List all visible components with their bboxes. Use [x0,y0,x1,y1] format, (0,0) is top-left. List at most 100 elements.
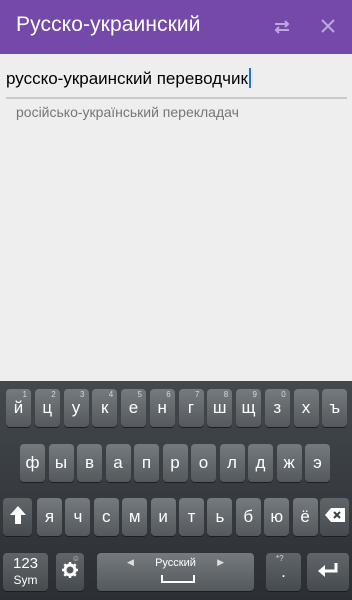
shift-key[interactable] [3,498,32,536]
key-label: э [313,453,322,472]
key-label: ч [73,507,83,526]
key-hint: 8 [223,390,229,399]
key-3-3[interactable]: м [122,498,148,536]
key-2-8[interactable]: д [248,444,273,482]
key-label: щ [241,398,256,417]
key-1-4[interactable]: е5 [121,389,146,427]
close-icon[interactable] [317,15,339,37]
app-title: Русско-украинский [16,13,201,36]
key-3-6[interactable]: ь [207,498,233,536]
key-1-6[interactable]: г7 [178,389,204,427]
key-hint: 1 [22,390,27,399]
key-2-6[interactable]: о [191,444,216,482]
key-hint: 0 [281,390,286,399]
enter-icon [316,561,340,584]
period-key[interactable]: *? . [266,553,301,591]
key-label: ъ [329,398,341,417]
key-2-2[interactable]: в [77,444,102,482]
translation-result[interactable]: російсько-український перекладач [16,104,239,120]
key-label: у [71,398,81,417]
key-3-4[interactable]: и [150,498,176,536]
gear-icon [61,561,79,584]
key-label: ц [42,398,53,417]
key-3-8[interactable]: ю [264,498,290,536]
key-label: д [255,453,266,472]
shift-arrow-icon [9,505,27,530]
key-label: ё [300,507,310,526]
key-2-0[interactable]: ф [20,444,45,482]
key-2-9[interactable]: ж [276,444,302,482]
key-label: й [13,398,24,417]
key-label: я [44,507,55,526]
key-label: е [128,398,139,417]
key-1-10[interactable]: х [293,389,319,427]
key-1-2[interactable]: у3 [63,389,89,427]
period-key-hint: *? [276,554,284,563]
key-2-4[interactable]: п [134,444,159,482]
key-label: ю [270,507,284,526]
space-bar-icon [161,575,195,583]
key-label: м [128,507,141,526]
key-label: а [113,453,123,472]
key-label: к [101,398,109,417]
key-hint: 5 [137,390,142,399]
key-label: с [102,507,111,526]
app-bar: Русско-украинский [0,0,352,54]
key-label: г [187,398,195,417]
key-1-1[interactable]: ц2 [34,389,60,427]
symbols-key[interactable]: 123 Sym [3,553,48,591]
key-1-11[interactable]: ъ [322,389,348,427]
symbols-key-top: 123 [12,555,39,572]
key-3-2[interactable]: с [93,498,119,536]
key-label: п [141,453,152,472]
key-2-5[interactable]: р [162,444,188,482]
key-2-3[interactable]: а [105,444,131,482]
backspace-key[interactable] [320,498,349,536]
key-1-7[interactable]: ш8 [207,389,233,427]
text-caret [248,68,251,88]
key-label: р [170,453,180,472]
key-1-0[interactable]: й1 [6,389,31,427]
key-3-1[interactable]: ч [65,498,91,536]
key-3-9[interactable]: ё [292,498,318,536]
key-hint: 4 [108,390,114,399]
space-key[interactable]: ◀ Русский ▶ [97,553,254,591]
key-label: б [243,507,254,526]
key-label: ь [215,507,225,526]
key-hint: 6 [166,390,171,399]
symbols-key-bottom: Sym [13,573,38,587]
key-label: о [198,453,209,472]
key-3-7[interactable]: б [235,498,261,536]
key-1-9[interactable]: з0 [264,389,290,427]
key-label: х [301,398,311,417]
key-hint: 7 [195,390,200,399]
key-2-1[interactable]: ы [48,444,74,482]
key-3-0[interactable]: я [37,498,62,536]
key-2-10[interactable]: э [305,444,330,482]
swap-arrows-icon[interactable] [271,16,293,38]
enter-key[interactable] [307,553,349,591]
language-label: Русский [155,557,196,569]
on-screen-keyboard: й1ц2у3к4е5н6г7ш8щ9з0хъ фывапролджэ ячсми… [0,381,352,600]
key-1-5[interactable]: н6 [149,389,175,427]
key-label: н [157,398,167,417]
settings-key-hint: ☺ [71,554,80,563]
source-input[interactable]: русско-украинский переводчик [0,58,352,98]
key-hint: 3 [80,390,85,399]
language-right-icon: ▶ [217,557,224,567]
settings-key[interactable]: ☺ [56,553,84,591]
key-label: ш [212,398,227,417]
key-1-3[interactable]: к4 [92,389,118,427]
key-label: ы [54,453,68,472]
key-3-5[interactable]: т [179,498,204,536]
key-label: л [227,453,237,472]
key-label: ж [283,453,295,472]
key-label: ф [25,453,40,472]
key-label: в [84,453,95,472]
key-label: з [273,398,282,417]
key-1-8[interactable]: щ9 [236,389,261,427]
backspace-icon [324,507,346,528]
key-2-7[interactable]: л [219,444,245,482]
key-hint: 2 [51,390,56,399]
key-label: и [158,507,168,526]
